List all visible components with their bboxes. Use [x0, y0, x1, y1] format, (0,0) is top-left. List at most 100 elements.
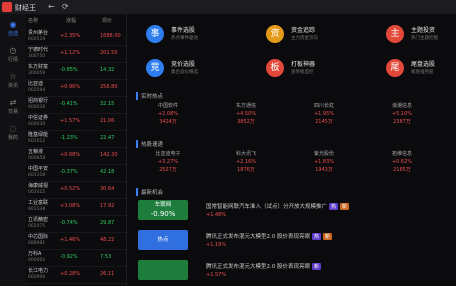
item-name: 浪潮信息 — [391, 103, 412, 109]
tile-subtitle: 涨停板监控 — [291, 70, 314, 75]
hot_cols-item[interactable]: 四川长虹 +1.95% 2145万 — [292, 102, 356, 126]
stock-pct: +1.46% — [60, 237, 81, 243]
headline-text: 国常智能网联汽车准入（试点）分开放大规模推广 — [206, 204, 328, 210]
feature-tile-0[interactable]: 事事件选股 热点事件驱动 — [146, 22, 256, 48]
badge-title: 热点 — [157, 237, 169, 243]
stock-row[interactable]: 立讯精密 002475 -0.74% 29.87 — [26, 215, 126, 233]
stock-name: 长江电力 — [28, 268, 49, 274]
tile-title: 事件选股 — [171, 27, 196, 34]
tile-subtitle: 热点事件驱动 — [171, 36, 198, 41]
stock-row[interactable]: 五粮液 000858 +0.68% 142.30 — [26, 147, 126, 165]
news-badge[interactable]: 车联网 -0.90% — [138, 200, 188, 220]
stock-row[interactable]: 招商银行 600036 -0.41% 32.15 — [26, 96, 126, 114]
news-headline[interactable]: 腾讯正式发布混元大模型2.0 股价表现亮眼热新 — [206, 232, 333, 240]
tile-icon: 竞 — [146, 59, 164, 77]
nav-item-1[interactable]: ◷ 行情 — [0, 46, 26, 68]
tile-icon: 尾 — [386, 59, 404, 77]
stock-name: 中国平安 — [28, 166, 49, 172]
news-tag: 新 — [323, 233, 333, 240]
badge-title: 车联网 — [154, 202, 172, 208]
stock-name: 比亚迪 — [28, 81, 44, 87]
nav-label: 我的 — [7, 135, 18, 141]
stock-row[interactable]: 长江电力 600900 +0.28% 26.11 — [26, 266, 126, 284]
stock-name: 工业富联 — [28, 200, 49, 206]
nav-label: 资讯 — [7, 83, 18, 89]
stock-row[interactable]: 中信证券 600030 +1.57% 21.06 — [26, 113, 126, 131]
stock-pct: +0.28% — [60, 271, 81, 277]
nav-item-4[interactable]: ◌ 我的 — [0, 124, 26, 146]
stock-price: 21.06 — [100, 118, 115, 124]
stock-row[interactable]: 比亚迪 002594 +0.96% 256.80 — [26, 79, 126, 97]
nav-label: 自选 — [7, 31, 18, 37]
tile-title: 打板神器 — [291, 61, 316, 68]
item-amount: 2145万 — [315, 119, 333, 125]
feature-tile-5[interactable]: 尾尾盘选股 尾盘强势股 — [386, 56, 456, 82]
stock-code: 300750 — [28, 54, 46, 59]
news-badge[interactable] — [138, 260, 188, 280]
item-name: 紫光股份 — [313, 151, 334, 157]
badge-value: -0.90% — [150, 210, 176, 218]
tile-icon: 主 — [386, 25, 404, 43]
item-amount: 3424万 — [159, 119, 177, 125]
stock-price: 42.18 — [100, 169, 115, 175]
stock-code: 000858 — [28, 156, 46, 161]
stock-row[interactable]: 中国平安 601318 -0.37% 42.18 — [26, 164, 126, 182]
stock-row[interactable]: 万科A 000002 -0.92% 7.53 — [26, 249, 126, 267]
stock-row[interactable]: 工业富联 601138 +3.08% 17.92 — [26, 198, 126, 216]
news-change: +1.48% — [206, 212, 227, 218]
feature-tile-2[interactable]: 主主题投资 热门主题挖掘 — [386, 22, 456, 48]
feature-tile-1[interactable]: 资资金追踪 主力资金流向 — [266, 22, 376, 48]
stock-name: 立讯精密 — [28, 217, 49, 223]
bright_cols-item[interactable]: 拓维信息 +0.62% 2185万 — [370, 150, 434, 174]
stock-name: 万科A — [28, 251, 42, 257]
hot_cols-item[interactable]: 浪潮信息 +5.10% 2387万 — [370, 102, 434, 126]
stock-code: 600900 — [28, 275, 46, 280]
feature-tile-4[interactable]: 板打板神器涨停板监控 — [266, 56, 376, 82]
stock-price: 29.87 — [100, 220, 115, 226]
stock-price: 22.47 — [100, 135, 115, 141]
stock-row[interactable]: 贵州茅台 600519 +2.35% 1688.00 — [26, 28, 126, 46]
stock-row[interactable]: 海康威视 002415 +0.52% 30.64 — [26, 181, 126, 199]
hot_cols-item[interactable]: 东方通信 +4.50% 3852万 — [214, 102, 278, 126]
news-headline[interactable]: 腾讯正式发布混元大模型2.0 股价表现亮眼新 — [206, 262, 322, 270]
stock-price: 48.22 — [100, 237, 115, 243]
nav-item-2[interactable]: ☆ 资讯 — [0, 72, 26, 94]
tile-title: 主题投资 — [411, 27, 436, 34]
news-tag: 新 — [340, 203, 350, 210]
stock-row[interactable]: 中芯国际 688981 +1.46% 48.22 — [26, 232, 126, 250]
refresh-icon[interactable]: ⟳ — [62, 2, 69, 11]
item-name: 中国软件 — [157, 103, 178, 109]
nav-icon: ◌ — [9, 124, 17, 133]
headline-text: 腾讯正式发布混元大模型2.0 股价表现亮眼 — [206, 264, 310, 270]
stock-pct: -0.92% — [60, 254, 78, 260]
stock-code: 688981 — [28, 241, 46, 246]
hot_cols-item[interactable]: 中国软件 +2.08% 3424万 — [136, 102, 200, 126]
bright_cols-item[interactable]: 比亚迪电子 +3.27% 2527万 — [136, 150, 200, 174]
tile-icon: 板 — [266, 59, 284, 77]
stock-name: 海康威视 — [28, 183, 49, 189]
stock-pct: -0.74% — [60, 220, 78, 226]
back-arrow-icon[interactable]: ← — [48, 2, 55, 11]
stock-row[interactable]: 宁德时代 300750 +1.12% 201.50 — [26, 45, 126, 63]
stock-pct: +0.96% — [60, 84, 81, 90]
news-headline[interactable]: 国常智能网联汽车准入（试点）分开放大规模推广热新 — [206, 202, 350, 210]
stock-code: 600036 — [28, 105, 46, 110]
stock-row[interactable]: 东方财富 300059 -0.85% 14.32 — [26, 62, 126, 80]
tile-title: 尾盘选股 — [411, 61, 436, 68]
news-badge[interactable]: 热点 — [138, 230, 188, 250]
stock-row[interactable]: 隆基绿能 601012 -1.23% 22.47 — [26, 130, 126, 148]
nav-item-3[interactable]: ⇄ 交易 — [0, 98, 26, 120]
section-title-bright: 热股速递 — [136, 140, 163, 148]
item-amount: 3852万 — [237, 119, 255, 125]
stock-name: 宁德时代 — [28, 47, 49, 53]
bright_cols-item[interactable]: 紫光股份 +1.83% 1943万 — [292, 150, 356, 174]
nav-label: 交易 — [7, 109, 18, 115]
item-name: 四川长虹 — [313, 103, 334, 109]
nav-item-0[interactable]: ◉ 自选 — [0, 20, 26, 42]
feature-tile-3[interactable]: 竞竞价选股 集合竞价精选 — [146, 56, 256, 82]
bright_cols-item[interactable]: 科大讯飞 +2.16% 1876万 — [214, 150, 278, 174]
news-tag: 热 — [312, 233, 322, 240]
stock-pct: +1.12% — [60, 50, 81, 56]
stock-pct: +0.68% — [60, 152, 81, 158]
item-pct: +4.50% — [235, 111, 257, 117]
